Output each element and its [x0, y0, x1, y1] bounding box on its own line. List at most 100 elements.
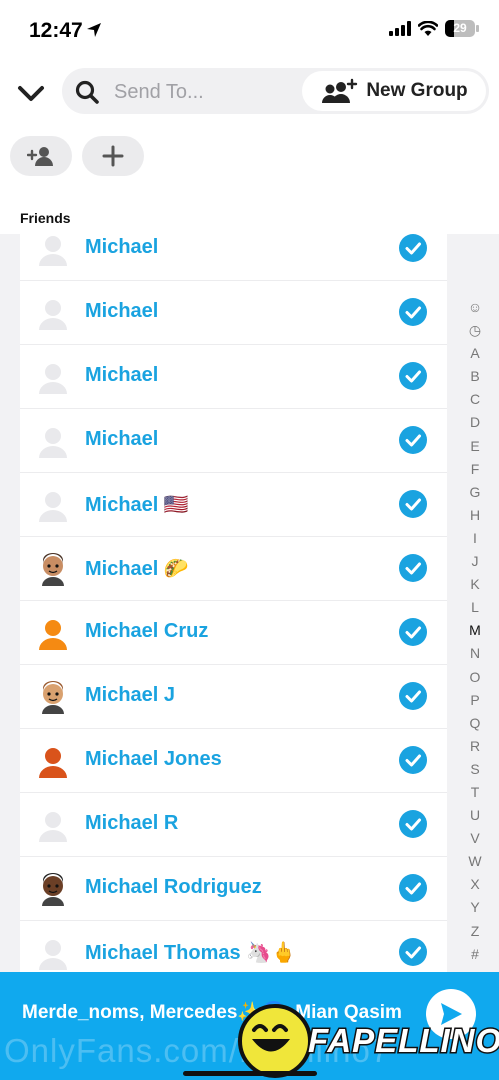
checkmark-icon[interactable] [399, 682, 427, 710]
friend-name: Michael [85, 428, 159, 450]
avatar [36, 744, 70, 778]
alpha-index-letter[interactable]: Q [465, 712, 485, 735]
friend-name: Michael Thomas 🦄🖕 [85, 942, 296, 964]
new-group-button[interactable]: New Group [302, 71, 486, 111]
friend-row[interactable]: Michael R [20, 793, 447, 857]
alpha-index-letter[interactable]: H [465, 504, 485, 527]
alpha-index-letter[interactable]: ☺ [465, 296, 485, 319]
alpha-index-letter[interactable]: Y [465, 896, 485, 919]
alpha-index-letter[interactable]: Z [465, 920, 485, 943]
friend-name: Michael J [85, 684, 176, 706]
new-group-label: New Group [366, 80, 468, 101]
status-bar: 12:47 29 [0, 0, 499, 60]
search-bar[interactable]: New Group [62, 68, 489, 114]
checkmark-icon[interactable] [399, 746, 427, 774]
checkmark-icon[interactable] [399, 938, 427, 966]
add-friend-icon [27, 147, 53, 166]
alpha-index-letter[interactable]: E [465, 435, 485, 458]
alpha-index-letter[interactable]: M [465, 619, 485, 642]
friend-row[interactable]: Michael Thomas 🦄🖕 [20, 921, 447, 972]
search-icon [75, 80, 99, 104]
avatar [36, 488, 70, 522]
alpha-index-letter[interactable]: F [465, 458, 485, 481]
signal-icon [389, 21, 411, 36]
avatar [36, 616, 70, 650]
send-bar[interactable]: Merde_noms, Mercedes✨🌀, Mian Qasim OnlyF… [0, 972, 499, 1080]
checkmark-icon[interactable] [399, 810, 427, 838]
avatar [36, 360, 70, 394]
alpha-index-letter[interactable]: A [465, 342, 485, 365]
checkmark-icon[interactable] [399, 298, 427, 326]
smiley-icon [238, 1004, 312, 1078]
friend-row[interactable]: Michael Rodriguez [20, 857, 447, 921]
alpha-index-letter[interactable]: S [465, 758, 485, 781]
alpha-index-letter[interactable]: N [465, 642, 485, 665]
friend-name: Michael Cruz [85, 620, 209, 642]
alpha-index-letter[interactable]: X [465, 873, 485, 896]
plus-icon [102, 145, 124, 167]
alpha-index-letter[interactable]: I [465, 527, 485, 550]
send-to-header: New Group Friends [0, 60, 499, 234]
alpha-index-letter[interactable]: G [465, 481, 485, 504]
alphabet-index[interactable]: ☺ ◷ A B C D E F G H I J K L M N O P Q R S T U V W X Y Z # [465, 296, 485, 966]
status-time: 12:47 [29, 19, 83, 42]
friend-row[interactable]: Michael Jones [20, 729, 447, 793]
friend-row[interactable]: Michael [20, 281, 447, 345]
avatar [36, 296, 70, 330]
checkmark-icon[interactable] [399, 426, 427, 454]
search-input[interactable] [112, 77, 306, 107]
friend-name: Michael R [85, 812, 179, 834]
status-icons: 29 [389, 20, 479, 37]
friend-row[interactable]: Michael J [20, 665, 447, 729]
friend-name: Michael Jones [85, 748, 222, 770]
friend-row[interactable]: Michael 🌮 [20, 537, 447, 601]
checkmark-icon[interactable] [399, 618, 427, 646]
alpha-index-letter[interactable]: W [465, 850, 485, 873]
friend-row[interactable]: Michael 🇺🇸 [20, 473, 447, 537]
alpha-index-letter[interactable]: # [465, 943, 485, 966]
alpha-index-letter[interactable]: P [465, 689, 485, 712]
avatar [36, 872, 70, 906]
location-arrow-icon [87, 23, 101, 37]
watermark-logo: FAPELLINO [236, 1002, 499, 1078]
alpha-index-letter[interactable]: ◷ [465, 319, 485, 342]
alpha-index-letter[interactable]: B [465, 365, 485, 388]
friend-row[interactable]: Michael Cruz [20, 601, 447, 665]
alpha-index-letter[interactable]: O [465, 666, 485, 689]
add-chip[interactable] [82, 136, 144, 176]
friend-row[interactable]: Michael [20, 234, 447, 281]
avatar [36, 808, 70, 842]
section-title-friends: Friends [20, 210, 71, 226]
battery-level: 29 [453, 21, 467, 35]
checkmark-icon[interactable] [399, 362, 427, 390]
checkmark-icon[interactable] [399, 234, 427, 262]
alpha-index-letter[interactable]: T [465, 781, 485, 804]
battery-icon: 29 [445, 20, 479, 37]
checkmark-icon[interactable] [399, 874, 427, 902]
friends-list: Michael Michael Michael Michael Michael 🇺🇸 Mi… [20, 234, 447, 972]
avatar [36, 936, 70, 970]
chevron-down-icon[interactable] [16, 80, 46, 106]
alpha-index-letter[interactable]: C [465, 388, 485, 411]
add-friend-chip[interactable] [10, 136, 72, 176]
home-indicator [183, 1071, 317, 1076]
friend-name: Michael [85, 236, 159, 258]
alpha-index-letter[interactable]: K [465, 573, 485, 596]
friend-row[interactable]: Michael [20, 345, 447, 409]
checkmark-icon[interactable] [399, 554, 427, 582]
checkmark-icon[interactable] [399, 490, 427, 518]
avatar [36, 552, 70, 586]
wifi-icon [418, 21, 438, 36]
alpha-index-letter[interactable]: V [465, 827, 485, 850]
avatar [36, 234, 70, 266]
friend-row[interactable]: Michael [20, 409, 447, 473]
alpha-index-letter[interactable]: J [465, 550, 485, 573]
watermark-logo-word: FAPELLINO [306, 1021, 499, 1061]
alpha-index-letter[interactable]: L [465, 596, 485, 619]
friend-name: Michael 🇺🇸 [85, 494, 189, 516]
friend-name: Michael [85, 300, 159, 322]
friends-list-container: Michael Michael Michael Michael Michael 🇺🇸 Mi… [0, 234, 499, 972]
alpha-index-letter[interactable]: D [465, 411, 485, 434]
alpha-index-letter[interactable]: R [465, 735, 485, 758]
alpha-index-letter[interactable]: U [465, 804, 485, 827]
